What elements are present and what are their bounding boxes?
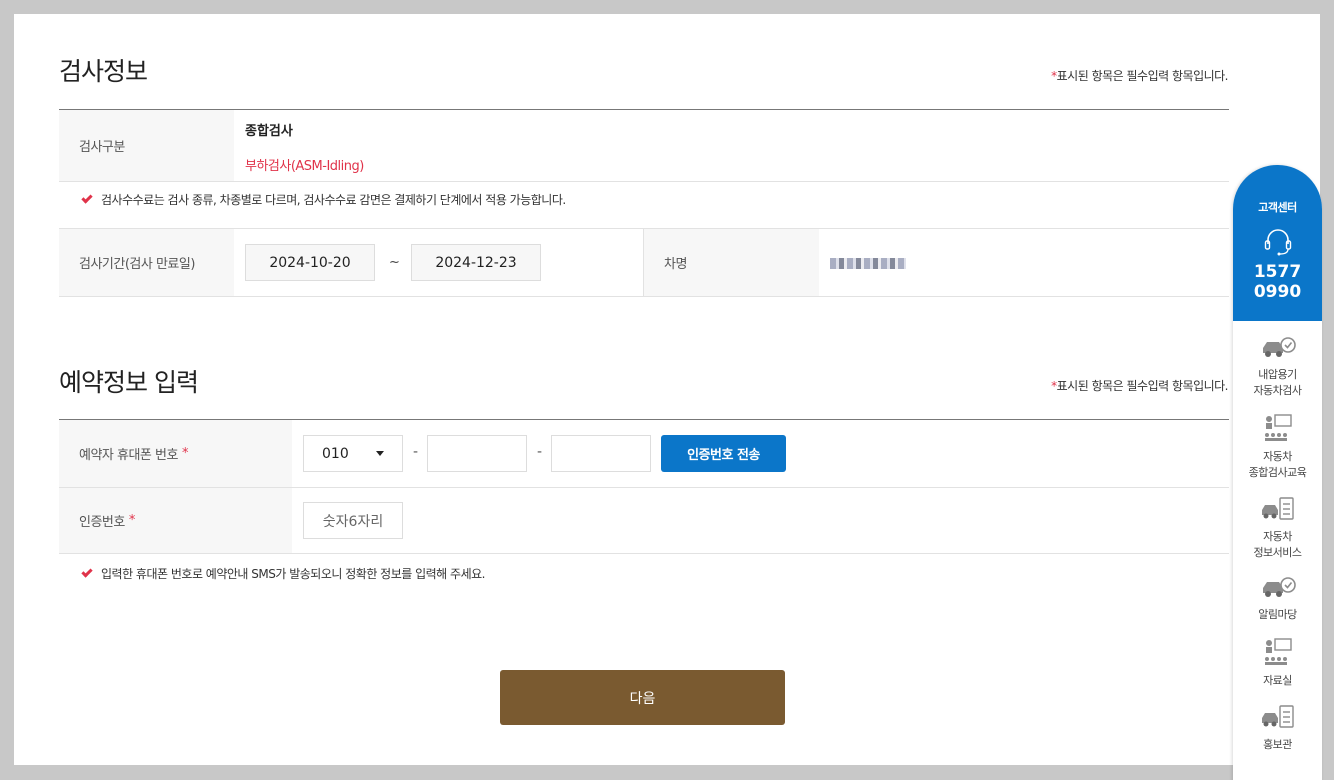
phone-dash-1: -	[413, 444, 419, 460]
customer-center-title: 고객센터	[1258, 201, 1297, 214]
quick-menu-item-label: 종합검사교육	[1248, 466, 1307, 479]
quick-menu-item-label: 내압용기	[1258, 368, 1297, 381]
quick-menu-item-vehicle-inspection[interactable]: 내압용기 자동차검사	[1233, 335, 1322, 399]
period-label: 검사기간(검사 만료일)	[59, 229, 234, 296]
quick-menu-item-info-service[interactable]: 자동차 정보서비스	[1233, 495, 1322, 561]
sms-notice: 입력한 휴대폰 번호로 예약안내 SMS가 발송되오니 정확한 정보를 입력해 …	[81, 565, 485, 582]
phone-last-input[interactable]	[551, 435, 651, 472]
quick-menu-item-label: 자료실	[1263, 674, 1292, 687]
code-row: 인증번호 * 숫자6자리	[59, 488, 1229, 554]
page: 검사정보 *표시된 항목은 필수입력 항목입니다. 검사구분 종합검사 부하검사…	[14, 14, 1320, 765]
car-name-label: 차명	[643, 229, 819, 296]
check-icon	[81, 191, 93, 204]
car-name-redacted	[830, 258, 906, 269]
info-service-icon	[1261, 497, 1294, 520]
quick-menu-item-notice[interactable]: 알림마당	[1233, 575, 1322, 623]
required-star: *	[128, 513, 136, 528]
quick-menu: 고객센터 1577 0990 내압용기 자동차검사 자동차 종합검사교육 자동차…	[1233, 165, 1322, 780]
quick-menu-item-label: 알림마당	[1258, 608, 1297, 621]
sms-notice-text: 입력한 휴대폰 번호로 예약안내 SMS가 발송되오니 정확한 정보를 입력해 …	[101, 567, 485, 581]
reservation-section-title: 예약정보 입력	[59, 368, 199, 397]
fee-notice-text: 검사수수료는 검사 종류, 차종별로 다르며, 검사수수료 감면은 결제하기 단…	[101, 193, 566, 207]
education-icon	[1264, 638, 1292, 665]
code-label: 인증번호 *	[59, 488, 292, 553]
customer-center-phone-1: 1577	[1253, 262, 1302, 282]
quick-menu-item-label: 자동차	[1263, 450, 1292, 463]
period-row: 검사기간(검사 만료일) 2024-10-20 ~ 2024-12-23 차명	[59, 229, 1229, 297]
quick-menu-item-education[interactable]: 자동차 종합검사교육	[1233, 413, 1322, 481]
code-label-text: 인증번호	[79, 515, 125, 530]
phone-label: 예약자 휴대폰 번호 *	[59, 420, 292, 487]
car-check-icon	[1262, 337, 1296, 357]
quick-menu-item-label: 자동차검사	[1253, 384, 1302, 397]
period-end-field: 2024-12-23	[411, 244, 541, 281]
inspection-type-main: 종합검사	[245, 124, 293, 139]
customer-center-phone-2: 0990	[1253, 282, 1302, 302]
required-fields-note-2: *표시된 항목은 필수입력 항목입니다.	[1051, 377, 1228, 394]
phone-dash-2: -	[537, 444, 543, 460]
inspection-section-title: 검사정보	[59, 57, 148, 86]
period-table: 검사기간(검사 만료일) 2024-10-20 ~ 2024-12-23 차명	[59, 228, 1229, 297]
inspection-type-row: 검사구분 종합검사 부하검사(ASM-Idling)	[59, 110, 1229, 182]
code-input[interactable]: 숫자6자리	[303, 502, 403, 539]
phone-middle-input[interactable]	[427, 435, 527, 472]
phone-label-text: 예약자 휴대폰 번호	[79, 448, 178, 463]
inspection-type-sub: 부하검사(ASM-Idling)	[245, 159, 364, 174]
send-code-button[interactable]: 인증번호 전송	[661, 435, 786, 472]
check-icon	[81, 565, 93, 578]
period-separator: ~	[389, 255, 400, 270]
reservation-table: 예약자 휴대폰 번호 * 010 - - 인증번호 전송 인증번호 * 숫자6자리	[59, 419, 1229, 554]
dropdown-caret-icon	[376, 451, 384, 456]
phone-row: 예약자 휴대폰 번호 * 010 - - 인증번호 전송	[59, 420, 1229, 488]
education-icon	[1264, 414, 1292, 441]
required-fields-note: *표시된 항목은 필수입력 항목입니다.	[1051, 67, 1228, 84]
period-start-field: 2024-10-20	[245, 244, 375, 281]
required-note-text: 표시된 항목은 필수입력 항목입니다.	[1056, 379, 1229, 393]
quick-menu-item-pr[interactable]: 홍보관	[1233, 703, 1322, 753]
fee-notice: 검사수수료는 검사 종류, 차종별로 다르며, 검사수수료 감면은 결제하기 단…	[81, 191, 566, 208]
headset-icon	[1264, 229, 1291, 256]
inspection-type-label: 검사구분	[59, 110, 234, 181]
customer-center[interactable]: 고객센터 1577 0990	[1233, 165, 1322, 321]
quick-menu-item-label: 홍보관	[1263, 738, 1292, 751]
inspection-table: 검사구분 종합검사 부하검사(ASM-Idling)	[59, 109, 1229, 182]
required-note-text: 표시된 항목은 필수입력 항목입니다.	[1056, 69, 1229, 83]
info-service-icon	[1261, 705, 1294, 728]
next-button[interactable]: 다음	[500, 670, 785, 725]
phone-prefix-value: 010	[322, 445, 349, 462]
phone-prefix-select[interactable]: 010	[303, 435, 403, 472]
required-star: *	[181, 446, 189, 461]
quick-menu-item-archive[interactable]: 자료실	[1233, 637, 1322, 689]
quick-menu-item-label: 자동차	[1263, 530, 1292, 543]
quick-menu-item-label: 정보서비스	[1253, 546, 1302, 559]
car-check-icon	[1262, 577, 1296, 597]
